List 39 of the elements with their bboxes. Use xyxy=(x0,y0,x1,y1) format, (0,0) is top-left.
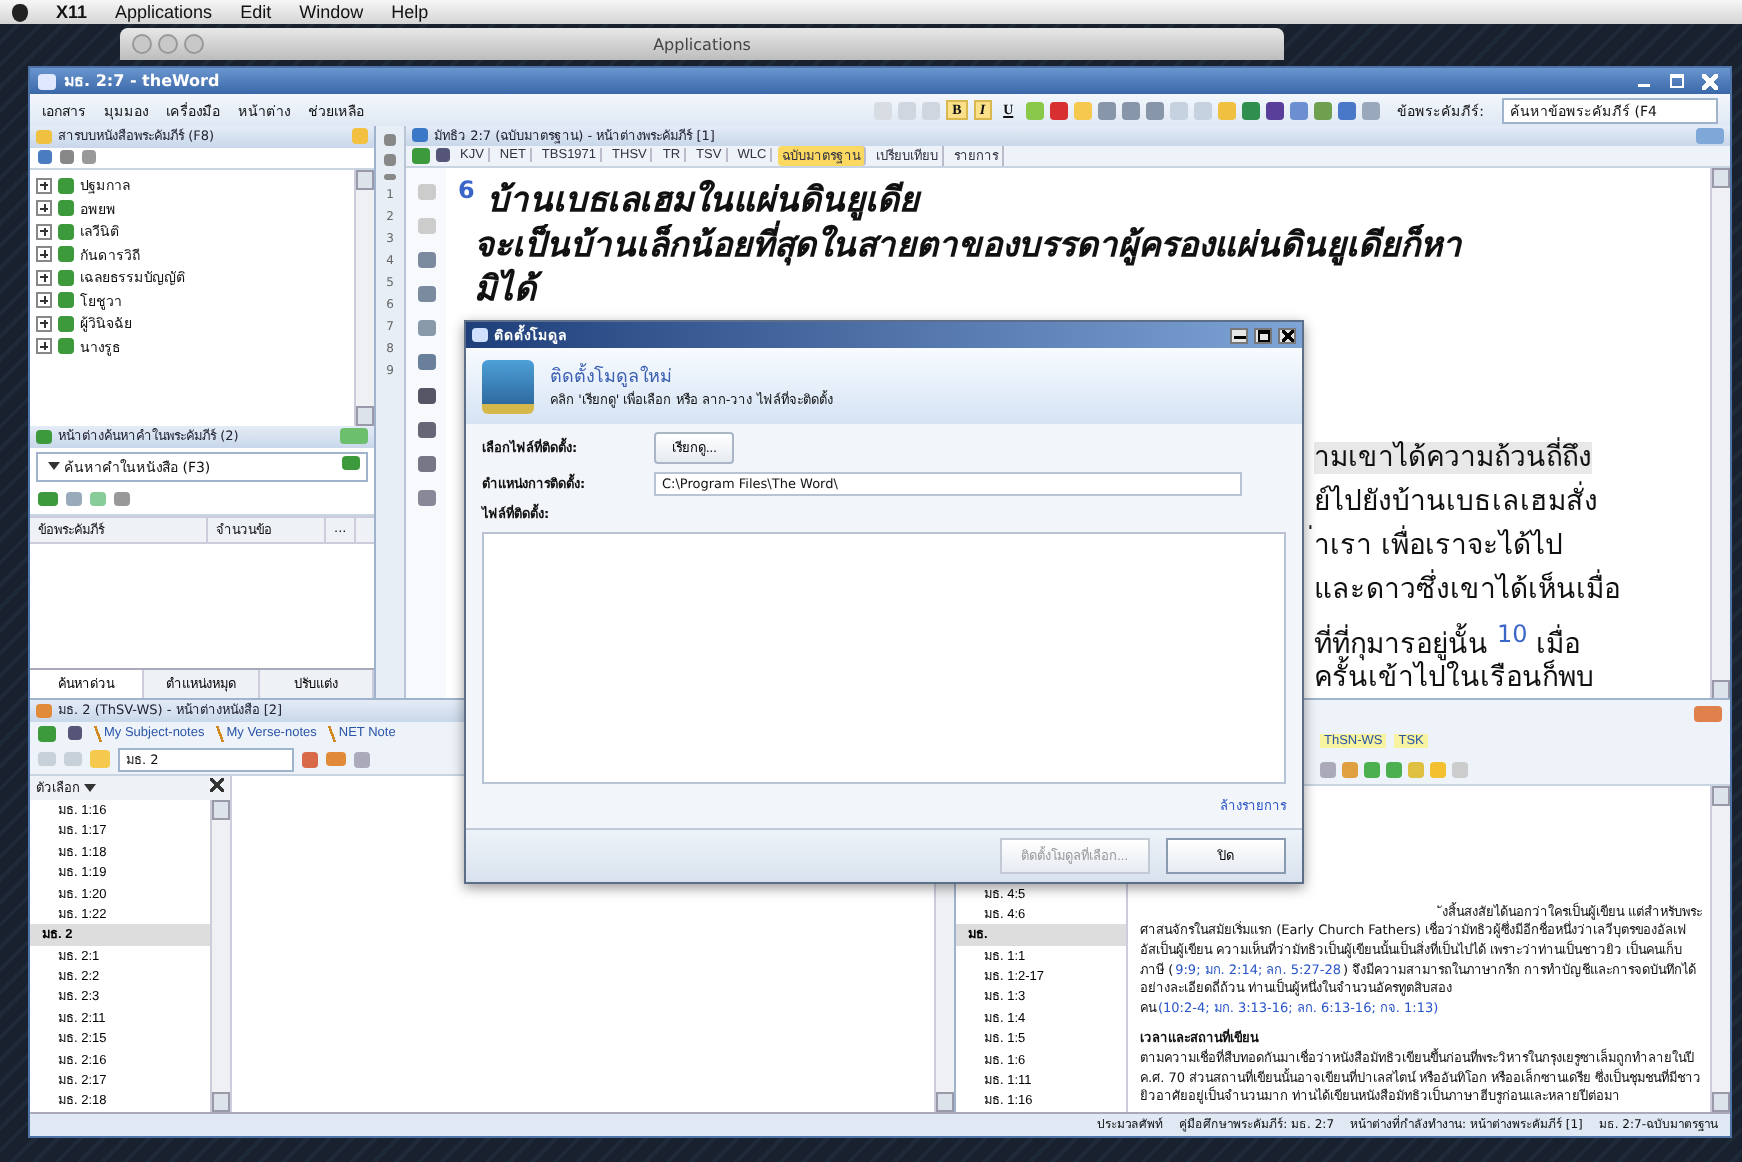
zoom-button[interactable] xyxy=(184,34,204,54)
dialog-heading: ติดตั้งโมดูลใหม่ xyxy=(550,362,833,390)
expander-icon[interactable] xyxy=(36,292,52,309)
dropdown-arrow-icon[interactable] xyxy=(48,462,60,471)
verse-text: ่าเรา เพื่อเราจะได้ไป xyxy=(1314,523,1710,568)
expander-icon[interactable] xyxy=(36,338,52,355)
menu-item[interactable]: X11 xyxy=(56,2,88,22)
scrollbar[interactable] xyxy=(210,799,230,1112)
window-title: Applications xyxy=(653,35,751,53)
maximize-button[interactable] xyxy=(1254,327,1272,343)
expander-icon[interactable] xyxy=(36,246,52,263)
verse-heading: มิได้ xyxy=(458,267,1710,312)
verse-text: ย์ไปยังบ้านเบธเลเฮมสั่ง xyxy=(1314,479,1600,522)
file-list[interactable] xyxy=(482,532,1286,784)
verse-heading: จะเป็นบ้านเล็กน้อยที่สุดในสายตาของบรรดาผู้ครองแผ่นดินยูเดียก็หา xyxy=(458,223,1710,268)
scrollbar[interactable] xyxy=(1710,785,1730,1112)
verse-text: ครั้นเข้าไปในเรือนก็พบ xyxy=(1314,655,1710,700)
menu-item[interactable]: Help xyxy=(391,2,429,22)
scrollbar[interactable] xyxy=(1710,167,1730,700)
expander-icon[interactable] xyxy=(36,315,52,332)
close-button[interactable] xyxy=(210,777,224,792)
scrollbar[interactable] xyxy=(354,169,374,426)
menu-item[interactable]: Applications xyxy=(115,2,213,22)
verse-text: และดาวซึ่งเขาได้เห็นเมื่อ xyxy=(1314,567,1622,610)
books-icon xyxy=(482,359,534,413)
app-icon xyxy=(38,73,56,90)
app-icon xyxy=(472,328,488,342)
menu-item[interactable]: Edit xyxy=(240,2,272,22)
menu-item[interactable]: Window xyxy=(299,2,364,22)
minimize-button[interactable] xyxy=(1230,327,1248,343)
verse-text: ามเขาได้ความถ้วนถี่ถึง xyxy=(1314,435,1594,478)
expander-icon[interactable] xyxy=(36,200,52,217)
verse-text: ที่ที่กุมารอยู่นั้น $^{10}$ เมื่อ xyxy=(1314,617,1581,656)
verse-heading: $^{6}$ บ้านเบธเลเฮมในแผ่นดินยูเดีย xyxy=(458,173,922,222)
close-button[interactable] xyxy=(1278,327,1296,343)
expander-icon[interactable] xyxy=(36,223,52,240)
expander-icon[interactable] xyxy=(36,269,52,286)
window-title: มธ. 2:7 - theWord xyxy=(64,70,222,95)
expander-icon[interactable] xyxy=(36,177,52,194)
